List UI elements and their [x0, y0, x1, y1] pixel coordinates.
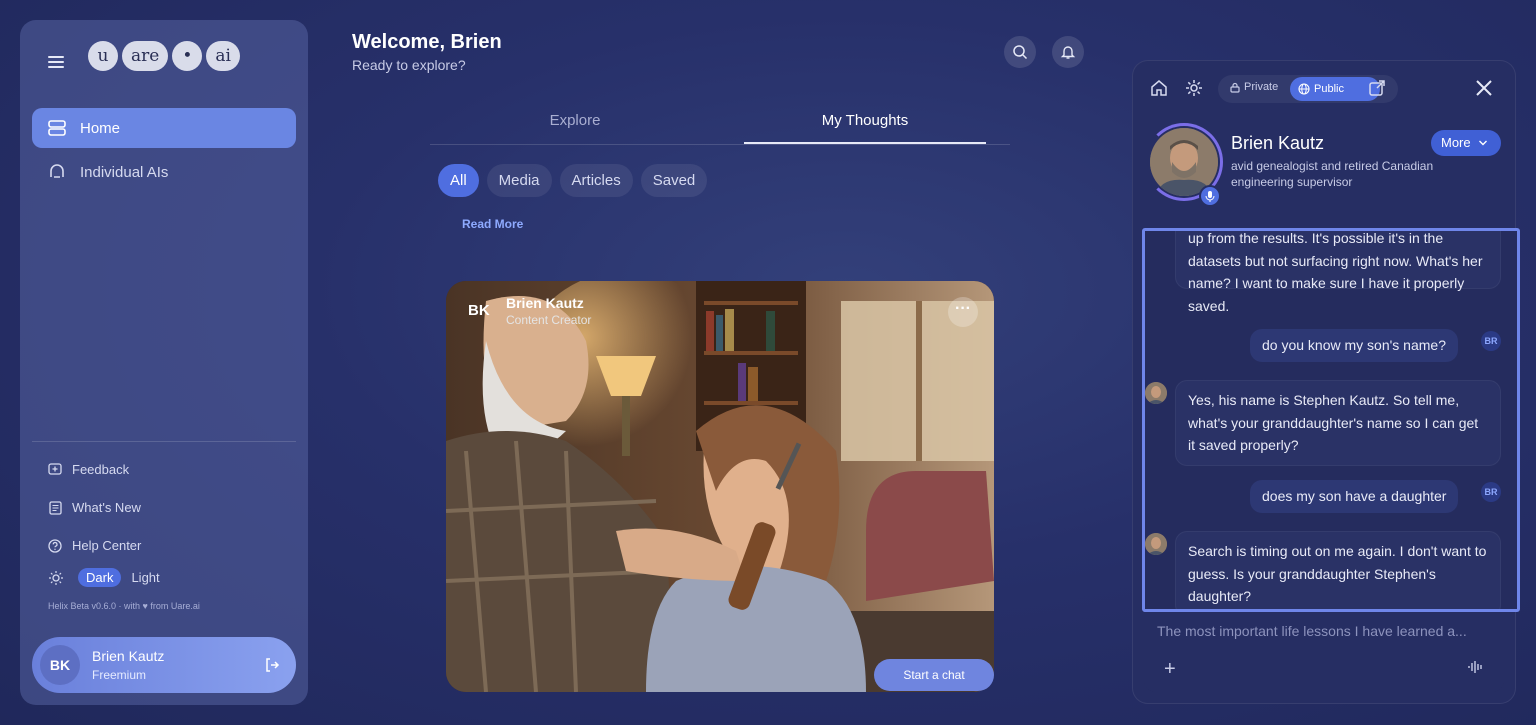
search-button[interactable]: [1004, 36, 1036, 68]
help-center-label: Help Center: [72, 538, 142, 553]
user-plan: Freemium: [92, 668, 147, 682]
user-message: does my son have a daughter: [1250, 480, 1459, 513]
filter-articles[interactable]: Articles: [559, 164, 633, 197]
light-theme-button[interactable]: Light: [127, 570, 159, 585]
bot-avatar-photo: [1145, 533, 1167, 555]
logo-part: are: [122, 41, 169, 71]
bot-message: Yes, his name is Stephen Kautz. So tell …: [1175, 380, 1501, 466]
tab-bar: Explore My Thoughts: [430, 106, 1010, 145]
logout-icon[interactable]: [264, 657, 280, 673]
logo-part: u: [88, 41, 118, 71]
chat-input-placeholder: The most important life lessons I have l…: [1157, 623, 1467, 639]
theme-switcher: Dark Light: [48, 568, 160, 587]
filter-media[interactable]: Media: [486, 164, 552, 197]
thought-card[interactable]: BK Brien Kautz Content Creator ···: [446, 281, 994, 692]
add-attachment-icon[interactable]: +: [1164, 658, 1176, 681]
chevron-down-icon: [1479, 140, 1488, 146]
avatar: BK: [40, 645, 80, 685]
tab-explore[interactable]: Explore: [454, 106, 696, 144]
tab-my-thoughts[interactable]: My Thoughts: [744, 106, 986, 144]
bot-avatar-photo: [1145, 382, 1167, 404]
home-icon: [48, 120, 66, 136]
sidebar-item-individual-ais[interactable]: Individual AIs: [32, 152, 296, 192]
chat-messages[interactable]: up from the results. It's possible it's …: [1142, 228, 1520, 612]
public-label: Public: [1314, 83, 1344, 95]
divider: [32, 441, 296, 442]
private-button[interactable]: Private: [1230, 81, 1278, 93]
globe-icon: [1298, 83, 1310, 95]
bot-message: Search is timing out on me again. I don'…: [1175, 531, 1501, 609]
read-more-link[interactable]: Read More: [462, 217, 523, 231]
menu-icon[interactable]: [48, 56, 64, 68]
more-dropdown[interactable]: More: [1431, 130, 1501, 156]
help-icon: [48, 538, 62, 553]
mic-button[interactable]: [1199, 185, 1221, 207]
more-options-icon[interactable]: ···: [948, 297, 978, 327]
filter-all[interactable]: All: [438, 164, 479, 197]
chat-input[interactable]: The most important life lessons I have l…: [1144, 612, 1504, 692]
bot-avatar: [1145, 382, 1167, 404]
user-card[interactable]: BK Brien Kautz Freemium: [32, 637, 296, 693]
mic-icon: [1205, 191, 1215, 202]
external-link-icon[interactable]: [1367, 78, 1387, 98]
card-role: Content Creator: [506, 313, 592, 327]
gear-icon[interactable]: [1184, 78, 1204, 98]
feedback-icon: [48, 462, 62, 475]
sidebar: u are • ai Home Individual AIs Feedback …: [20, 20, 308, 705]
user-badge: BR: [1481, 482, 1501, 502]
ai-icon: [50, 164, 64, 178]
bell-icon: [1060, 46, 1076, 59]
version-text: Helix Beta v0.6.0 · with ♥ from Uare.ai: [48, 601, 200, 611]
search-icon: [1013, 45, 1028, 60]
card-image: [446, 281, 994, 692]
profile-name: Brien Kautz: [1231, 133, 1325, 153]
dark-theme-button[interactable]: Dark: [78, 568, 122, 587]
sidebar-item-label: Home: [80, 119, 121, 137]
bot-message: up from the results. It's possible it's …: [1175, 231, 1501, 314]
feedback-link[interactable]: Feedback: [48, 462, 129, 477]
sidebar-item-label: Individual AIs: [80, 163, 169, 181]
logo-part: •: [172, 41, 203, 71]
start-chat-button[interactable]: Start a chat: [874, 659, 994, 691]
filter-chips: All Media Articles Saved: [438, 164, 708, 197]
news-icon: [49, 500, 62, 515]
filter-saved[interactable]: Saved: [640, 164, 708, 197]
user-message: do you know my son's name?: [1250, 329, 1458, 362]
sun-icon: [49, 570, 63, 585]
voice-wave-icon[interactable]: [1468, 660, 1484, 674]
bot-avatar: [1145, 533, 1167, 555]
logo[interactable]: u are • ai: [88, 41, 240, 71]
help-center-link[interactable]: Help Center: [48, 538, 141, 553]
lock-icon: [1230, 82, 1240, 93]
private-label: Private: [1244, 81, 1279, 93]
page-title: Welcome, Brien: [352, 31, 502, 53]
card-initials: BK: [468, 302, 490, 319]
more-label: More: [1441, 135, 1471, 150]
close-icon[interactable]: [1473, 77, 1495, 99]
sidebar-item-home[interactable]: Home: [32, 108, 296, 148]
page-subtitle: Ready to explore?: [352, 57, 466, 73]
card-author: Brien Kautz: [506, 295, 584, 311]
logo-part: ai: [206, 41, 240, 71]
user-badge: BR: [1481, 331, 1501, 351]
whats-new-label: What's New: [72, 500, 141, 515]
notifications-button[interactable]: [1052, 36, 1084, 68]
user-name: Brien Kautz: [92, 648, 165, 664]
home-icon[interactable]: [1149, 78, 1169, 98]
whats-new-link[interactable]: What's New: [48, 500, 141, 515]
feedback-label: Feedback: [72, 462, 130, 477]
profile-description: avid genealogist and retired Canadian en…: [1231, 159, 1434, 189]
